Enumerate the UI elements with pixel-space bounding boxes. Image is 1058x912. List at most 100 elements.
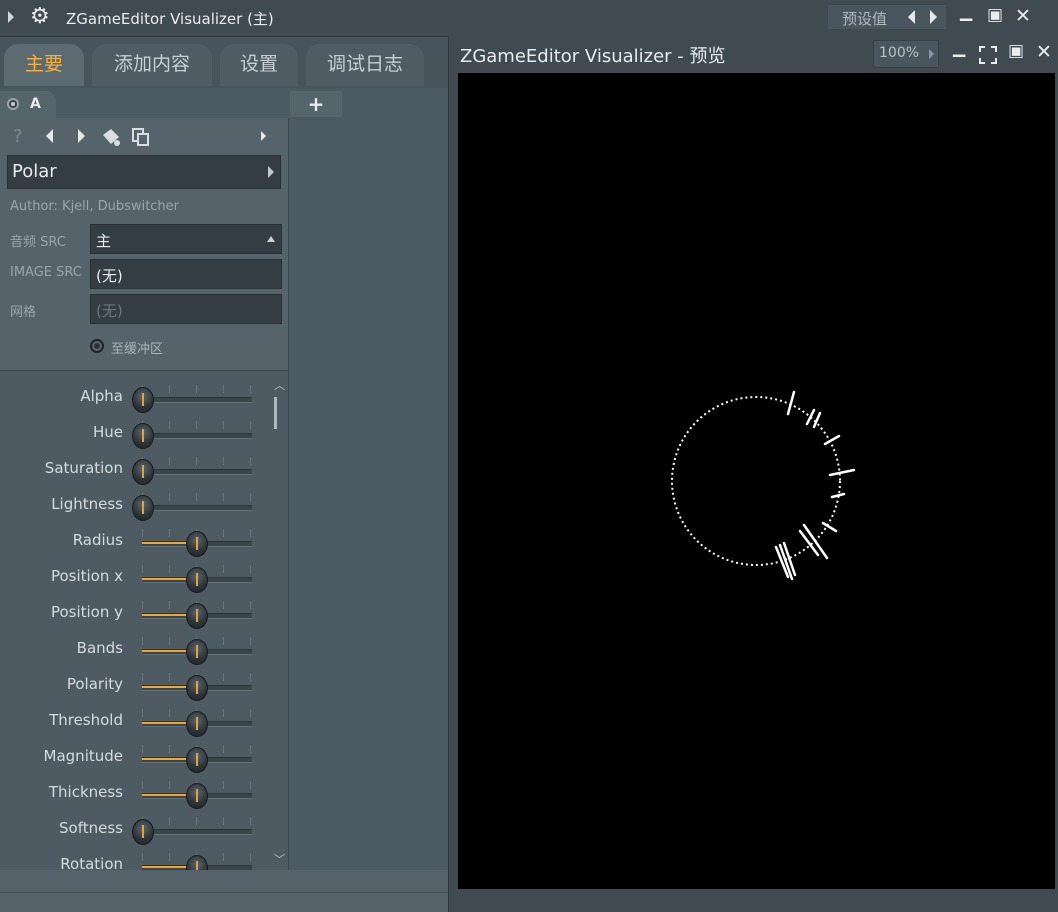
slider-knob[interactable] <box>132 459 154 485</box>
slider-knob[interactable] <box>186 783 208 809</box>
slider-row: Alpha <box>0 383 270 419</box>
slider-track[interactable] <box>142 433 252 439</box>
slider-label: Hue <box>92 423 123 441</box>
image-src-select[interactable]: (无) <box>90 259 282 289</box>
slider-knob[interactable] <box>186 603 208 629</box>
slider-knob[interactable] <box>132 387 154 413</box>
zoom-arrow-icon <box>929 49 934 59</box>
next-preset-icon[interactable] <box>78 129 85 143</box>
preset-name-selector[interactable]: Polar <box>7 155 281 189</box>
layer-radio[interactable] <box>7 98 19 110</box>
slider-ticks <box>142 493 252 501</box>
more-icon[interactable] <box>261 131 266 141</box>
preview-window: ZGameEditor Visualizer - 预览 100% ▁ ▣ ✕ <box>448 36 1058 912</box>
slider-label: Radius <box>72 531 123 549</box>
maximize-icon[interactable]: ▣ <box>987 5 1003 25</box>
main-tabs: 主要 添加内容 设置 调试日志 <box>0 38 448 88</box>
menu-arrow-icon[interactable] <box>8 11 14 23</box>
help-icon[interactable]: ? <box>13 126 23 147</box>
parameter-list: Alpha Hue Saturation Lightness Radius Positio… <box>0 370 288 871</box>
slider-ticks <box>142 817 252 825</box>
fullscreen-icon[interactable] <box>979 46 997 64</box>
tab-debug-log[interactable]: 调试日志 <box>306 44 424 86</box>
zoom-value: 100% <box>879 45 920 61</box>
slider-label: Polarity <box>66 675 123 693</box>
slider-row: Radius <box>0 527 270 563</box>
slider-row: Saturation <box>0 455 270 491</box>
slider-row: Polarity <box>0 671 270 707</box>
preview-minimize-icon[interactable]: ▁ <box>953 38 965 57</box>
mesh-select[interactable]: (无) <box>90 294 282 324</box>
slider-track[interactable] <box>142 469 252 475</box>
author-text: Author: Kjell, Dubswitcher <box>10 199 180 214</box>
layer-tab-a[interactable]: A <box>0 91 56 119</box>
scrollbar[interactable]: ︿ ﹀ <box>270 371 288 871</box>
preset-label: 预设值 <box>842 10 888 28</box>
window-title: ZGameEditor Visualizer (主) <box>66 10 274 28</box>
slider-track[interactable] <box>142 397 252 403</box>
scroll-down-icon[interactable]: ﹀ <box>274 851 285 867</box>
preset-arrow-icon <box>268 166 274 178</box>
tab-add-content[interactable]: 添加内容 <box>92 44 212 86</box>
polar-visualization <box>671 390 856 581</box>
layer-tabs: A <box>0 91 288 119</box>
slider-label: Saturation <box>44 459 123 477</box>
preset-toolbar: ? <box>0 118 288 154</box>
audio-src-value: 主 <box>96 232 112 250</box>
buffer-label: 至缓冲区 <box>111 342 164 357</box>
preview-maximize-icon[interactable]: ▣ <box>1008 41 1024 61</box>
close-icon[interactable]: ✕ <box>1015 5 1031 27</box>
slider-row: Hue <box>0 419 270 455</box>
slider-track[interactable] <box>142 505 252 511</box>
minimize-icon[interactable]: ▁ <box>960 2 972 21</box>
slider-ticks <box>142 385 252 393</box>
slider-ticks <box>142 457 252 465</box>
slider-knob[interactable] <box>132 495 154 521</box>
scroll-up-icon[interactable]: ︿ <box>274 377 285 393</box>
slider-knob[interactable] <box>186 747 208 773</box>
zoom-selector[interactable]: 100% <box>873 40 939 68</box>
dropdown-icon <box>267 236 275 242</box>
slider-knob[interactable] <box>186 675 208 701</box>
slider-knob[interactable] <box>132 819 154 845</box>
preset-selector[interactable]: 预设值 <box>828 5 946 29</box>
status-strip <box>0 870 448 912</box>
bucket-icon[interactable] <box>100 126 122 148</box>
tab-main[interactable]: 主要 <box>4 44 84 86</box>
slider-row: Thickness <box>0 779 270 815</box>
buffer-radio[interactable] <box>90 339 104 353</box>
slider-row: Rotation <box>0 851 270 871</box>
tab-settings[interactable]: 设置 <box>220 44 298 86</box>
add-layer-button[interactable]: + <box>290 91 342 117</box>
slider-label: Lightness <box>51 495 123 513</box>
title-bar: ⚙ ZGameEditor Visualizer (主) 预设值 ▁ ▣ ✕ <box>0 0 1058 37</box>
effect-panel: ? Polar Author: Kjell, Dubswitcher 音频 SR… <box>0 118 289 871</box>
image-src-value: (无) <box>96 267 123 285</box>
slider-ticks <box>142 421 252 429</box>
prev-icon[interactable] <box>908 10 915 24</box>
slider-label: Position y <box>50 603 123 621</box>
gear-icon[interactable]: ⚙ <box>30 6 50 28</box>
image-src-label: IMAGE SRC <box>10 265 82 280</box>
slider-knob[interactable] <box>186 567 208 593</box>
slider-knob[interactable] <box>186 711 208 737</box>
slider-track[interactable] <box>142 829 252 835</box>
slider-label: Magnitude <box>43 747 123 765</box>
preview-canvas[interactable] <box>458 73 1055 889</box>
slider-row: Threshold <box>0 707 270 743</box>
slider-label: Bands <box>76 639 123 657</box>
copy-icon[interactable] <box>132 128 150 146</box>
audio-src-select[interactable]: 主 <box>90 224 282 254</box>
slider-knob[interactable] <box>186 531 208 557</box>
layer-label: A <box>30 96 41 112</box>
slider-knob[interactable] <box>186 639 208 665</box>
prev-preset-icon[interactable] <box>46 129 53 143</box>
preview-close-icon[interactable]: ✕ <box>1036 41 1052 63</box>
next-icon[interactable] <box>930 10 937 24</box>
scroll-thumb[interactable] <box>274 397 277 429</box>
slider-label: Alpha <box>80 387 123 405</box>
slider-knob[interactable] <box>132 423 154 449</box>
slider-label: Softness <box>59 819 123 837</box>
slider-row: Softness <box>0 815 270 851</box>
slider-row: Position x <box>0 563 270 599</box>
